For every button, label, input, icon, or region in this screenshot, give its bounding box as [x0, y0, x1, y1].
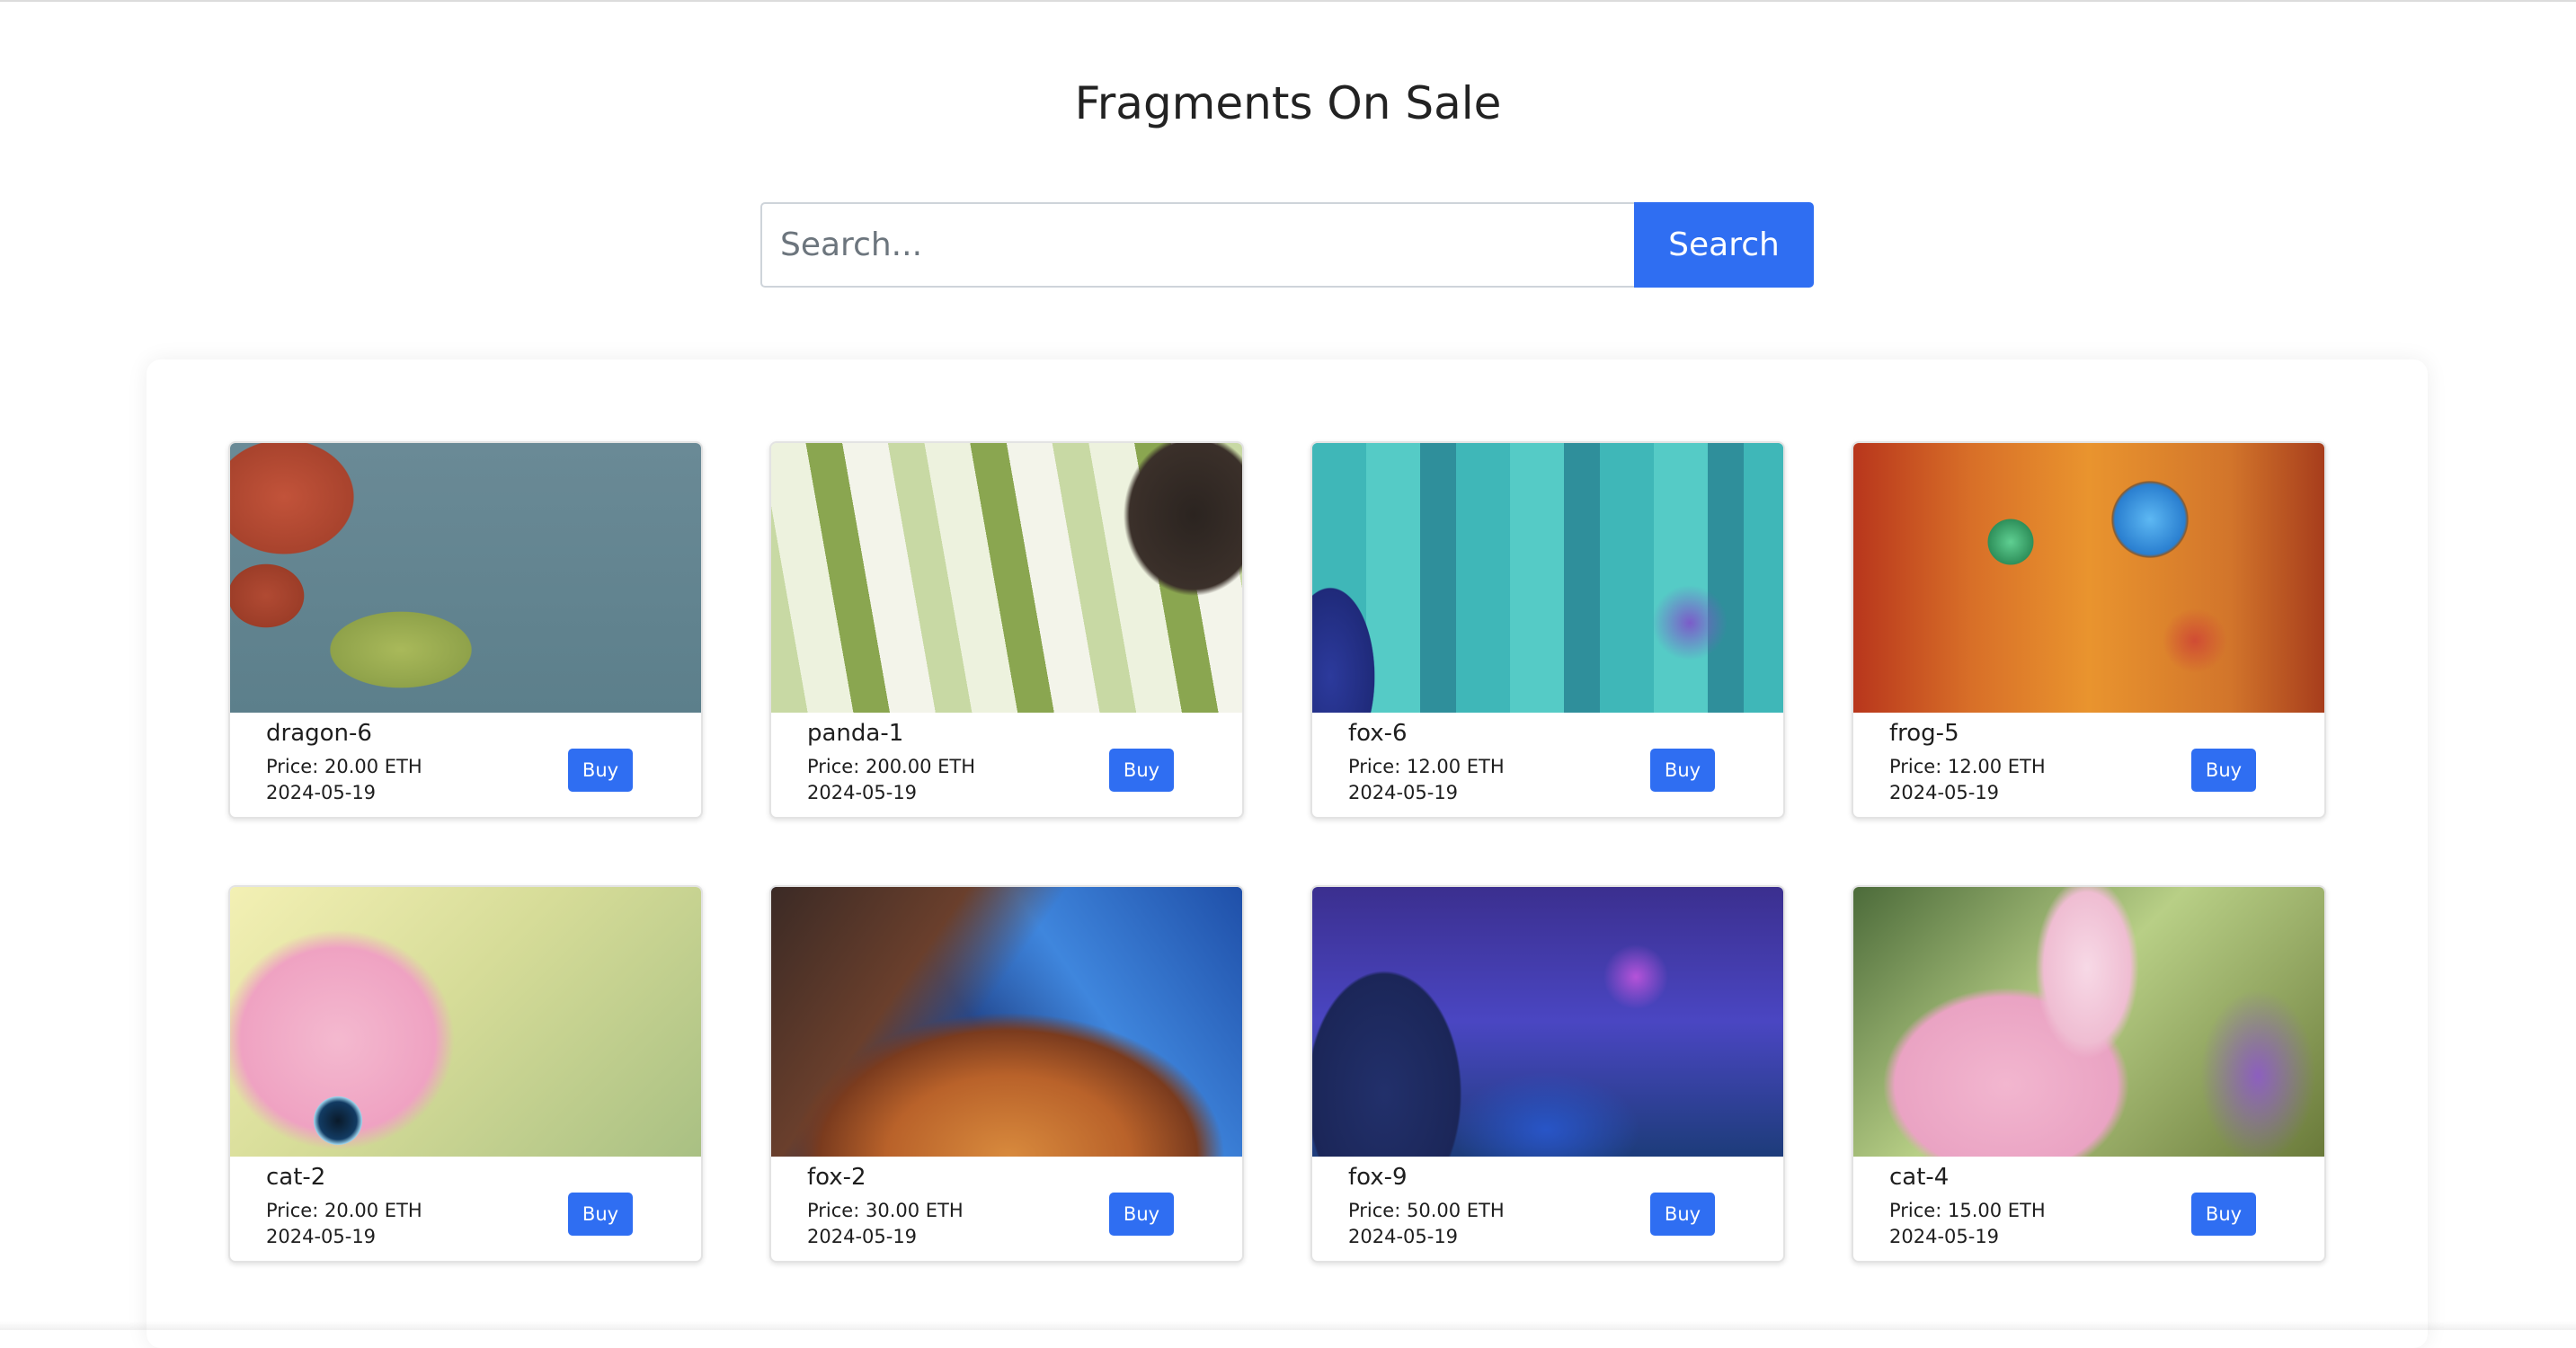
listing-card[interactable]: frog-5 Price: 12.00 ETH 2024-05-19 Buy: [1852, 441, 2326, 819]
listing-card[interactable]: fox-2 Price: 30.00 ETH 2024-05-19 Buy: [769, 885, 1244, 1263]
window-top-border: [0, 0, 2576, 2]
listing-price: Price: 50.00 ETH: [1348, 1200, 1505, 1221]
listing-date: 2024-05-19: [807, 1226, 918, 1247]
page-title: Fragments On Sale: [1074, 77, 1502, 129]
listing-price: Price: 15.00 ETH: [1889, 1200, 2046, 1221]
listing-image[interactable]: [1853, 887, 2324, 1157]
listing-date: 2024-05-19: [807, 782, 918, 803]
listing-image[interactable]: [1312, 443, 1783, 713]
listing-image[interactable]: [1853, 443, 2324, 713]
listing-name: cat-4: [1889, 1164, 1950, 1191]
listing-price: Price: 20.00 ETH: [266, 1200, 422, 1221]
buy-button[interactable]: Buy: [1109, 1193, 1174, 1236]
buy-button[interactable]: Buy: [1650, 1193, 1715, 1236]
search-input[interactable]: [760, 202, 1634, 288]
listing-card[interactable]: panda-1 Price: 200.00 ETH 2024-05-19 Buy: [769, 441, 1244, 819]
search-bar: Search: [760, 202, 1814, 288]
listing-card[interactable]: dragon-6 Price: 20.00 ETH 2024-05-19 Buy: [228, 441, 703, 819]
listing-name: cat-2: [266, 1164, 326, 1191]
listing-price: Price: 12.00 ETH: [1889, 756, 2046, 777]
listing-date: 2024-05-19: [1348, 782, 1459, 803]
listings-panel: dragon-6 Price: 20.00 ETH 2024-05-19 Buy…: [147, 359, 2428, 1348]
listing-date: 2024-05-19: [266, 782, 377, 803]
listing-date: 2024-05-19: [1348, 1226, 1459, 1247]
listing-card[interactable]: cat-4 Price: 15.00 ETH 2024-05-19 Buy: [1852, 885, 2326, 1263]
listing-date: 2024-05-19: [1889, 782, 2000, 803]
listing-image[interactable]: [1312, 887, 1783, 1157]
listing-image[interactable]: [230, 887, 701, 1157]
listing-image[interactable]: [771, 887, 1242, 1157]
listing-date: 2024-05-19: [1889, 1226, 2000, 1247]
listing-name: dragon-6: [266, 720, 372, 747]
listing-name: fox-2: [807, 1164, 866, 1191]
listing-name: fox-9: [1348, 1164, 1408, 1191]
buy-button[interactable]: Buy: [568, 749, 633, 792]
buy-button[interactable]: Buy: [1109, 749, 1174, 792]
listing-image[interactable]: [230, 443, 701, 713]
listing-price: Price: 30.00 ETH: [807, 1200, 964, 1221]
listing-date: 2024-05-19: [266, 1226, 377, 1247]
listing-name: panda-1: [807, 720, 904, 747]
listing-image[interactable]: [771, 443, 1242, 713]
buy-button[interactable]: Buy: [568, 1193, 633, 1236]
listing-name: fox-6: [1348, 720, 1408, 747]
scroll-shadow: [0, 1321, 2576, 1330]
search-button[interactable]: Search: [1634, 202, 1814, 288]
buy-button[interactable]: Buy: [2191, 749, 2256, 792]
buy-button[interactable]: Buy: [1650, 749, 1715, 792]
buy-button[interactable]: Buy: [2191, 1193, 2256, 1236]
listing-card[interactable]: fox-9 Price: 50.00 ETH 2024-05-19 Buy: [1310, 885, 1785, 1263]
listing-price: Price: 20.00 ETH: [266, 756, 422, 777]
listing-name: frog-5: [1889, 720, 1959, 747]
listing-price: Price: 12.00 ETH: [1348, 756, 1505, 777]
listing-price: Price: 200.00 ETH: [807, 756, 976, 777]
listing-card[interactable]: cat-2 Price: 20.00 ETH 2024-05-19 Buy: [228, 885, 703, 1263]
listing-card[interactable]: fox-6 Price: 12.00 ETH 2024-05-19 Buy: [1310, 441, 1785, 819]
